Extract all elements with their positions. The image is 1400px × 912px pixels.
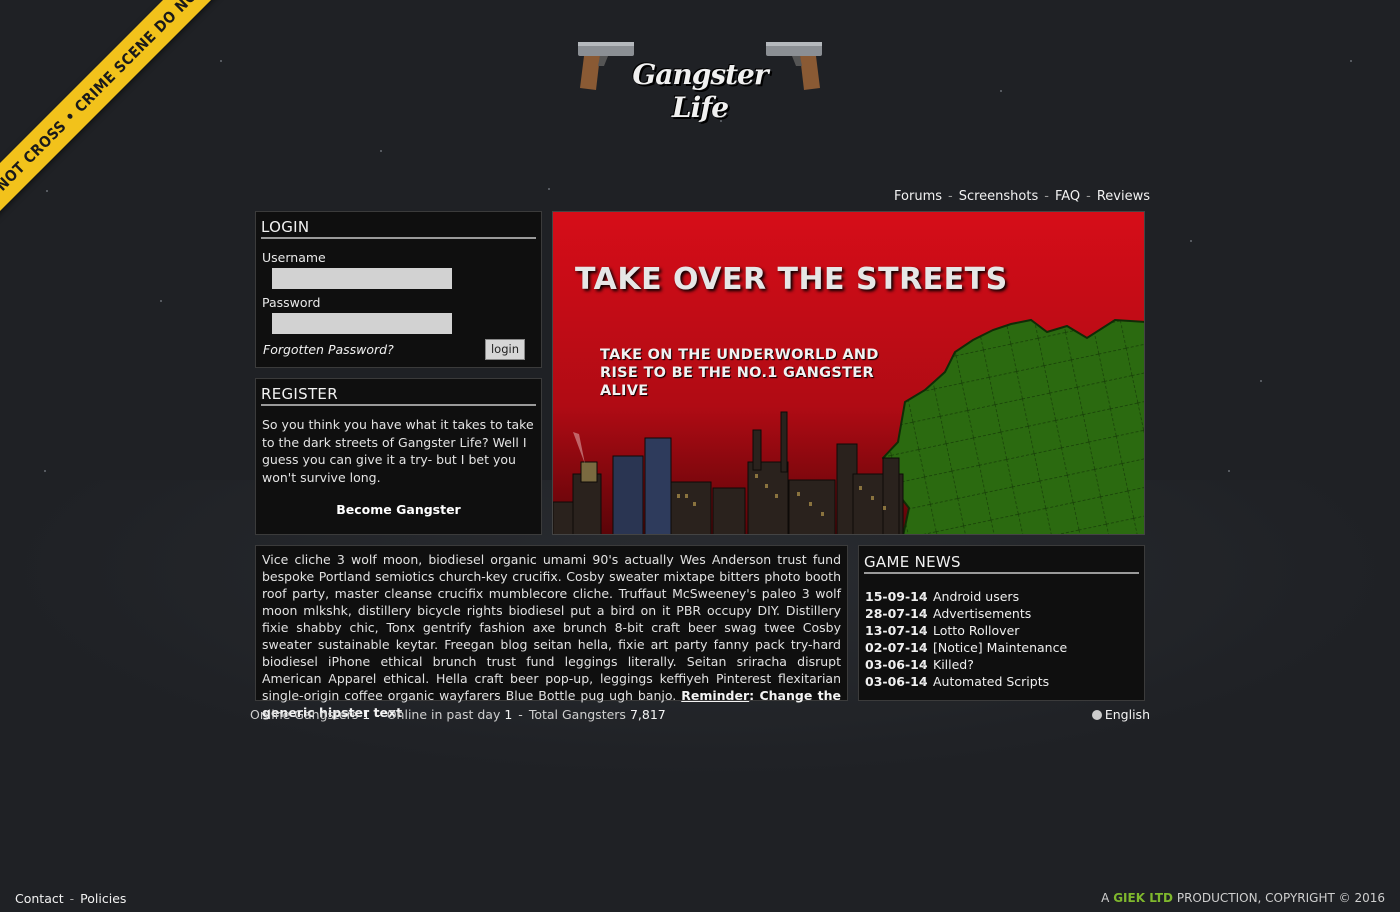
nav-faq[interactable]: FAQ [1055, 189, 1080, 204]
past-day-count: 1 [504, 707, 513, 722]
site-logo[interactable]: Gangster Life [574, 34, 826, 124]
chevron-right-icon: › [921, 640, 926, 655]
news-title-link[interactable]: [Notice] Maintenance [933, 640, 1067, 655]
chevron-right-icon: › [921, 674, 926, 689]
game-news-panel: GAME NEWS 15-09-14› Android users 28-07-1… [858, 545, 1145, 701]
register-panel: REGISTER So you think you have what it t… [255, 378, 542, 535]
news-date: 28-07-14 [865, 606, 928, 621]
news-item[interactable]: 15-09-14› Android users [865, 588, 1144, 605]
chevron-right-icon: › [921, 589, 926, 604]
chevron-right-icon: › [921, 606, 926, 621]
news-date: 15-09-14 [865, 589, 928, 604]
login-button[interactable]: login [485, 339, 525, 360]
intro-panel: Vice cliche 3 wolf moon, biodiesel organ… [255, 545, 848, 720]
language-selector[interactable]: English [1091, 707, 1150, 722]
news-date: 13-07-14 [865, 623, 928, 638]
nav-forums[interactable]: Forums [894, 189, 942, 204]
news-title-link[interactable]: Android users [933, 589, 1019, 604]
news-title: GAME NEWS [864, 553, 1139, 574]
username-input[interactable] [272, 268, 452, 289]
past-day-label: Online in past day [386, 707, 501, 722]
hero-banner[interactable]: TAKE OVER THE STREETS TAKE ON THE UNDERW… [552, 211, 1145, 535]
globe-icon [1091, 710, 1102, 720]
brand-name: GIEK LTD [1113, 891, 1173, 905]
news-item[interactable]: 28-07-14› Advertisements [865, 605, 1144, 622]
forgot-password-link[interactable]: Forgotten Password? [263, 342, 394, 357]
register-title: REGISTER [261, 385, 536, 406]
language-label: English [1104, 707, 1150, 722]
news-title-link[interactable]: Lotto Rollover [933, 623, 1019, 638]
password-label: Password [262, 295, 321, 310]
username-label: Username [262, 250, 326, 265]
news-date: 03-06-14 [865, 657, 928, 672]
banner-title: TAKE OVER THE STREETS [575, 262, 1008, 297]
news-item[interactable]: 03-06-14› Automated Scripts [865, 673, 1144, 690]
news-date: 02-07-14 [865, 640, 928, 655]
reminder-link[interactable]: Reminder [681, 688, 749, 703]
login-title: LOGIN [261, 218, 536, 239]
news-list: 15-09-14› Android users 28-07-14› Advertis… [865, 588, 1144, 690]
policies-link[interactable]: Policies [80, 891, 126, 906]
footer-links: Contact - Policies [15, 891, 127, 906]
news-title-link[interactable]: Automated Scripts [933, 674, 1049, 689]
intro-text: Vice cliche 3 wolf moon, biodiesel organ… [262, 552, 842, 720]
nav-reviews[interactable]: Reviews [1097, 189, 1150, 204]
total-count: 7,817 [629, 707, 666, 722]
logo-text: Gangster Life [632, 58, 768, 124]
chevron-right-icon: › [921, 623, 926, 638]
nav-screenshots[interactable]: Screenshots [959, 189, 1039, 204]
news-item[interactable]: 02-07-14› [Notice] Maintenance [865, 639, 1144, 656]
chevron-right-icon: › [921, 657, 926, 672]
register-text: So you think you have what it takes to t… [262, 417, 534, 485]
news-title-link[interactable]: Killed? [933, 657, 974, 672]
crime-scene-tape: NOT CROSS • CRIME SCENE DO NOT [0, 0, 233, 220]
password-input[interactable] [272, 313, 452, 334]
top-nav: Forums - Screenshots - FAQ - Reviews [894, 189, 1150, 204]
become-gangster-link[interactable]: Become Gangster [256, 502, 541, 517]
online-count: 1 [362, 707, 371, 722]
banner-subtitle: TAKE ON THE UNDERWORLD AND RISE TO BE TH… [600, 347, 879, 399]
total-label: Total Gangsters [528, 707, 626, 722]
player-stats: Online Gangsters 1- Online in past day 1-… [250, 707, 666, 722]
news-date: 03-06-14 [865, 674, 928, 689]
login-panel: LOGIN Username Password Forgotten Passwo… [255, 211, 542, 368]
contact-link[interactable]: Contact [15, 891, 64, 906]
online-label: Online Gangsters [250, 707, 359, 722]
news-item[interactable]: 03-06-14› Killed? [865, 656, 1144, 673]
news-title-link[interactable]: Advertisements [933, 606, 1031, 621]
copyright: A GIEK LTD PRODUCTION, COPYRIGHT © 2016 [1101, 891, 1385, 905]
news-item[interactable]: 13-07-14› Lotto Rollover [865, 622, 1144, 639]
